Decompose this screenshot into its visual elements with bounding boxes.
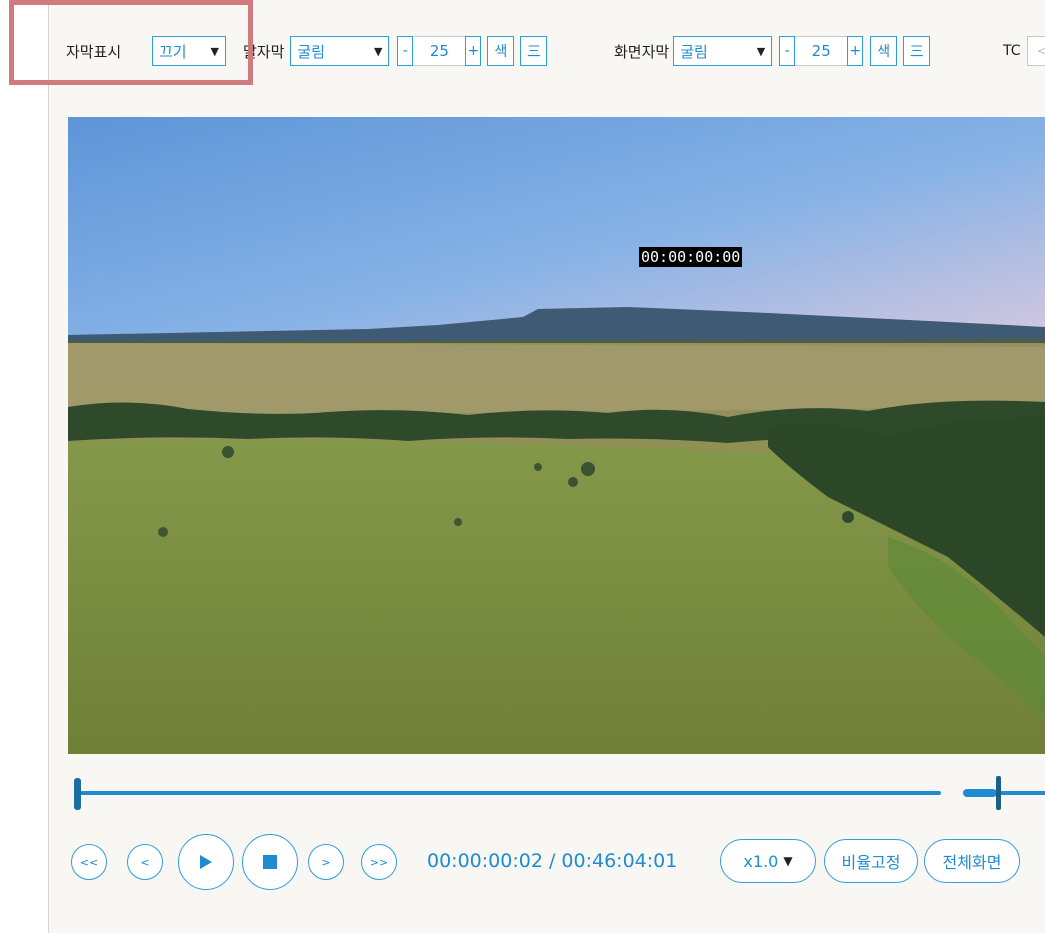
seek-handle-end[interactable]: [996, 776, 1001, 810]
subtitle-toolbar: 자막표시: [66, 34, 121, 68]
timecode-overlay: 00:00:00:00: [639, 247, 743, 267]
subtitle-display-select-wrap: 끄기 ▼: [152, 34, 226, 68]
speech-font-value: 굴림: [297, 42, 326, 61]
tc-group: TC <: [1003, 34, 1045, 68]
speed-value: x1.0: [743, 851, 779, 871]
aspect-lock-button[interactable]: 비율고정: [824, 839, 918, 883]
tc-input[interactable]: <: [1026, 36, 1045, 66]
speed-select[interactable]: x1.0 ▼: [720, 839, 816, 883]
speech-size-decrease-button[interactable]: -: [397, 36, 414, 66]
screen-size-decrease-button[interactable]: -: [779, 36, 796, 66]
fast-forward-button[interactable]: >>: [361, 844, 397, 880]
speech-align-button[interactable]: 三: [520, 36, 548, 66]
subtitle-display-select[interactable]: 끄기 ▼: [152, 36, 226, 66]
subtitle-display-label: 자막표시: [66, 42, 122, 61]
speech-subtitle-group: 말자막 굴림 ▼ - 25 + 색 三: [243, 34, 548, 68]
stop-icon: [263, 855, 277, 869]
screen-align-button[interactable]: 三: [903, 36, 931, 66]
stop-button[interactable]: [242, 834, 298, 890]
speech-size-increase-button[interactable]: +: [465, 36, 482, 66]
subtitle-display-value: 끄기: [159, 42, 187, 61]
forward-button[interactable]: >: [308, 844, 344, 880]
screen-subtitle-label: 화면자막: [614, 42, 670, 61]
chevron-down-icon: ▼: [783, 854, 793, 868]
screen-font-select[interactable]: 굴림 ▼: [673, 36, 773, 66]
rewind-button[interactable]: <: [127, 844, 163, 880]
time-separator: /: [548, 850, 556, 872]
landscape-image: [68, 117, 1045, 754]
screen-color-button[interactable]: 색: [870, 36, 898, 66]
fullscreen-button[interactable]: 전체화면: [924, 839, 1020, 883]
total-time: 00:46:04:01: [561, 850, 678, 872]
screen-size-value[interactable]: 25: [795, 36, 848, 66]
video-frame[interactable]: 00:00:00:00: [68, 117, 1045, 754]
speech-font-select[interactable]: 굴림 ▼: [290, 36, 390, 66]
seek-bar[interactable]: [74, 776, 1045, 810]
speech-size-value[interactable]: 25: [413, 36, 466, 66]
seek-track: [78, 791, 941, 795]
speech-color-button[interactable]: 색: [487, 36, 515, 66]
chevron-down-icon: ▼: [210, 44, 219, 58]
screen-subtitle-group: 화면자막 굴림 ▼ - 25 + 색 三: [614, 34, 931, 68]
screen-font-value: 굴림: [680, 42, 708, 61]
tc-label: TC: [1003, 43, 1021, 59]
chevron-down-icon: ▼: [373, 44, 383, 58]
time-display: 00:00:00:02 / 00:46:04:01: [427, 850, 677, 872]
seek-handle-start[interactable]: [74, 778, 81, 810]
speech-subtitle-label: 말자막: [243, 42, 285, 61]
play-icon: [200, 855, 212, 869]
screen-size-increase-button[interactable]: +: [847, 36, 864, 66]
seek-track-tail: [997, 791, 1045, 795]
current-time: 00:00:00:02: [427, 850, 543, 872]
chevron-down-icon: ▼: [756, 44, 766, 58]
fast-rewind-button[interactable]: <<: [71, 844, 107, 880]
seek-track-end: [963, 789, 997, 797]
play-button[interactable]: [178, 834, 234, 890]
